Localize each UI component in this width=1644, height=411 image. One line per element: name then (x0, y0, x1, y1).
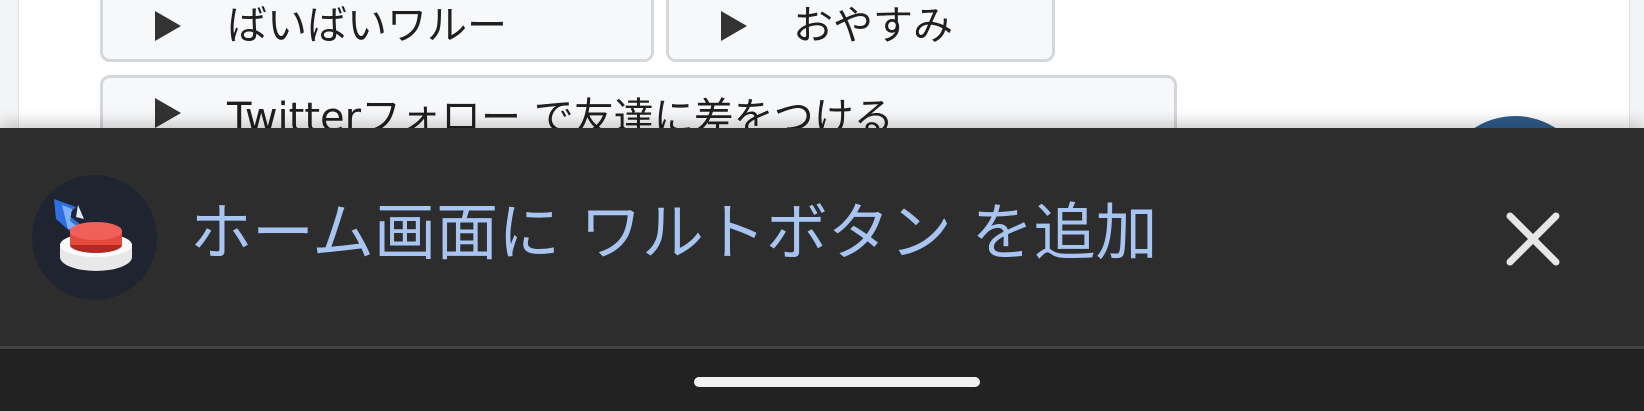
sound-button-label: おやすみ (793, 3, 953, 49)
red-push-button-icon (32, 175, 157, 300)
sound-button-baibai-waru[interactable]: ばいばいワルー (100, 0, 654, 62)
system-navigation-bar (0, 349, 1644, 411)
play-icon (155, 11, 181, 41)
home-indicator[interactable] (694, 377, 980, 387)
play-icon (155, 98, 181, 128)
play-icon (721, 11, 747, 41)
sound-button-label: Twitterフォロー で友達に差をつける (227, 95, 894, 128)
sound-button-twitter-follow[interactable]: Twitterフォロー で友達に差をつける (100, 75, 1177, 128)
add-to-home-screen-banner[interactable]: ホーム画面に ワルトボタン を追加 (0, 128, 1644, 348)
sound-button-oyasumi[interactable]: おやすみ (666, 0, 1055, 62)
close-icon (1506, 212, 1560, 266)
sound-button-label: ばいばいワルー (227, 3, 507, 49)
banner-message: ホーム画面に ワルトボタン を追加 (190, 196, 1158, 269)
close-button[interactable] (1496, 202, 1570, 276)
web-page-content: ばいばいワルー おやすみ Twitterフォロー で友達に差をつける (0, 0, 1644, 128)
